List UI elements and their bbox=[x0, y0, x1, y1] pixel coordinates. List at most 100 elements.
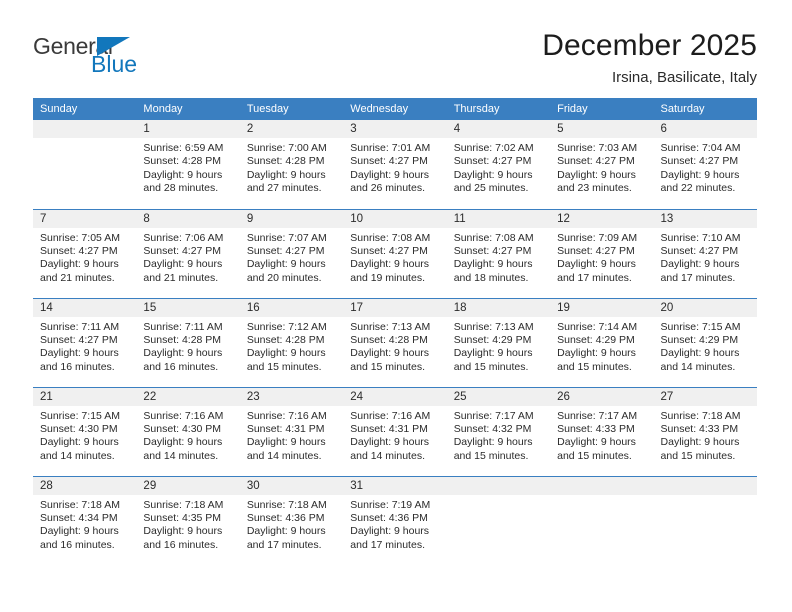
daylight-text-line2: and 23 minutes. bbox=[557, 182, 632, 195]
weekday-header-thursday: Thursday bbox=[446, 98, 551, 120]
sunset-text: Sunset: 4:36 PM bbox=[350, 511, 428, 524]
sunrise-text: Sunrise: 7:18 AM bbox=[660, 409, 741, 422]
day-cell-empty bbox=[33, 120, 137, 209]
sunset-text: Sunset: 4:27 PM bbox=[350, 244, 428, 257]
day-number: 29 bbox=[136, 476, 240, 495]
day-number: 25 bbox=[446, 387, 551, 406]
sunrise-text: Sunrise: 7:15 AM bbox=[40, 409, 120, 422]
daylight-text-line2: and 17 minutes. bbox=[557, 271, 632, 284]
day-info: Sunrise: 7:17 AM Sunset: 4:32 PM Dayligh… bbox=[447, 406, 550, 464]
day-cell[interactable]: 6 Sunrise: 7:04 AM Sunset: 4:27 PM Dayli… bbox=[653, 120, 757, 209]
day-number: 27 bbox=[653, 387, 757, 406]
day-cell[interactable]: 12 Sunrise: 7:09 AM Sunset: 4:27 PM Dayl… bbox=[550, 208, 654, 298]
sunset-text: Sunset: 4:32 PM bbox=[453, 422, 532, 435]
general-blue-logo[interactable]: General Blue bbox=[33, 27, 203, 79]
day-cell[interactable]: 30 Sunrise: 7:18 AM Sunset: 4:36 PM Dayl… bbox=[239, 475, 344, 565]
day-number: 13 bbox=[653, 209, 757, 228]
daylight-text-line2: and 17 minutes. bbox=[246, 538, 322, 551]
day-info: Sunrise: 7:01 AM Sunset: 4:27 PM Dayligh… bbox=[343, 138, 446, 196]
day-cell[interactable]: 11 Sunrise: 7:08 AM Sunset: 4:27 PM Dayl… bbox=[446, 208, 551, 298]
day-cell[interactable]: 19 Sunrise: 7:14 AM Sunset: 4:29 PM Dayl… bbox=[550, 297, 654, 387]
sunrise-text: Sunrise: 7:18 AM bbox=[40, 498, 120, 511]
day-info: Sunrise: 7:06 AM Sunset: 4:27 PM Dayligh… bbox=[136, 228, 239, 286]
sunset-text: Sunset: 4:27 PM bbox=[660, 155, 739, 168]
day-cell[interactable]: 29 Sunrise: 7:18 AM Sunset: 4:35 PM Dayl… bbox=[136, 475, 240, 565]
daylight-text-line1: Daylight: 9 hours bbox=[350, 347, 430, 360]
daylight-text-line1: Daylight: 9 hours bbox=[246, 436, 326, 449]
day-cell[interactable]: 9 Sunrise: 7:07 AM Sunset: 4:27 PM Dayli… bbox=[239, 208, 344, 298]
day-cell[interactable]: 21 Sunrise: 7:15 AM Sunset: 4:30 PM Dayl… bbox=[33, 386, 137, 476]
day-number: 3 bbox=[343, 120, 447, 138]
day-cell[interactable]: 3 Sunrise: 7:01 AM Sunset: 4:27 PM Dayli… bbox=[343, 120, 447, 209]
day-number: 8 bbox=[136, 209, 240, 228]
daylight-text-line2: and 15 minutes. bbox=[557, 360, 632, 373]
day-cell[interactable]: 23 Sunrise: 7:16 AM Sunset: 4:31 PM Dayl… bbox=[239, 386, 344, 476]
daylight-text-line2: and 27 minutes. bbox=[246, 182, 322, 195]
daylight-text-line1: Daylight: 9 hours bbox=[660, 168, 740, 181]
daylight-text-line1: Daylight: 9 hours bbox=[40, 525, 119, 538]
day-cell[interactable]: 7 Sunrise: 7:05 AM Sunset: 4:27 PM Dayli… bbox=[33, 208, 137, 298]
sunrise-text: Sunrise: 7:14 AM bbox=[557, 320, 638, 333]
sunrise-text: Sunrise: 7:12 AM bbox=[246, 320, 327, 333]
day-cell[interactable]: 18 Sunrise: 7:13 AM Sunset: 4:29 PM Dayl… bbox=[446, 297, 551, 387]
sunset-text: Sunset: 4:29 PM bbox=[660, 333, 739, 346]
day-cell[interactable]: 20 Sunrise: 7:15 AM Sunset: 4:29 PM Dayl… bbox=[653, 297, 757, 387]
day-cell[interactable]: 2 Sunrise: 7:00 AM Sunset: 4:28 PM Dayli… bbox=[239, 120, 344, 209]
day-cell[interactable]: 24 Sunrise: 7:16 AM Sunset: 4:31 PM Dayl… bbox=[343, 386, 447, 476]
day-info: Sunrise: 7:15 AM Sunset: 4:29 PM Dayligh… bbox=[654, 317, 757, 375]
day-cell[interactable]: 13 Sunrise: 7:10 AM Sunset: 4:27 PM Dayl… bbox=[653, 208, 757, 298]
day-cell[interactable]: 17 Sunrise: 7:13 AM Sunset: 4:28 PM Dayl… bbox=[343, 297, 447, 387]
sunset-text: Sunset: 4:33 PM bbox=[557, 422, 635, 435]
sunset-text: Sunset: 4:27 PM bbox=[660, 244, 739, 257]
daylight-text-line1: Daylight: 9 hours bbox=[557, 168, 636, 181]
day-number: 5 bbox=[550, 120, 654, 138]
day-cell[interactable]: 8 Sunrise: 7:06 AM Sunset: 4:27 PM Dayli… bbox=[136, 208, 240, 298]
day-info: Sunrise: 7:02 AM Sunset: 4:27 PM Dayligh… bbox=[447, 138, 550, 196]
day-cell[interactable]: 15 Sunrise: 7:11 AM Sunset: 4:28 PM Dayl… bbox=[136, 297, 240, 387]
daylight-text-line1: Daylight: 9 hours bbox=[350, 525, 430, 538]
daylight-text-line1: Daylight: 9 hours bbox=[143, 436, 223, 449]
daylight-text-line2: and 28 minutes. bbox=[143, 182, 219, 195]
day-cell[interactable]: 27 Sunrise: 7:18 AM Sunset: 4:33 PM Dayl… bbox=[653, 386, 757, 476]
day-number: 2 bbox=[239, 120, 344, 138]
page-header: General Blue December 2025 Irsina, Basil… bbox=[0, 0, 792, 98]
day-cell[interactable]: 22 Sunrise: 7:16 AM Sunset: 4:30 PM Dayl… bbox=[136, 386, 240, 476]
day-info: Sunrise: 7:16 AM Sunset: 4:30 PM Dayligh… bbox=[136, 406, 239, 464]
day-cell[interactable]: 4 Sunrise: 7:02 AM Sunset: 4:27 PM Dayli… bbox=[446, 120, 551, 209]
day-cell[interactable]: 31 Sunrise: 7:19 AM Sunset: 4:36 PM Dayl… bbox=[343, 475, 447, 565]
day-cell[interactable]: 16 Sunrise: 7:12 AM Sunset: 4:28 PM Dayl… bbox=[239, 297, 344, 387]
day-info: Sunrise: 7:08 AM Sunset: 4:27 PM Dayligh… bbox=[447, 228, 550, 286]
sunrise-text: Sunrise: 7:03 AM bbox=[557, 142, 638, 154]
day-cell[interactable]: 5 Sunrise: 7:03 AM Sunset: 4:27 PM Dayli… bbox=[550, 120, 654, 209]
day-number: 4 bbox=[446, 120, 551, 138]
calendar-header-row: Sunday Monday Tuesday Wednesday Thursday… bbox=[33, 98, 757, 120]
day-cell[interactable]: 26 Sunrise: 7:17 AM Sunset: 4:33 PM Dayl… bbox=[550, 386, 654, 476]
day-cell[interactable]: 25 Sunrise: 7:17 AM Sunset: 4:32 PM Dayl… bbox=[446, 386, 551, 476]
day-number: 31 bbox=[343, 476, 447, 495]
day-number: 23 bbox=[239, 387, 344, 406]
sunrise-text: Sunrise: 7:08 AM bbox=[350, 231, 431, 244]
day-cell[interactable]: 10 Sunrise: 7:08 AM Sunset: 4:27 PM Dayl… bbox=[343, 208, 447, 298]
day-info: Sunrise: 7:12 AM Sunset: 4:28 PM Dayligh… bbox=[240, 317, 343, 375]
day-info: Sunrise: 7:15 AM Sunset: 4:30 PM Dayligh… bbox=[33, 406, 136, 464]
sunset-text: Sunset: 4:27 PM bbox=[557, 244, 635, 257]
sunrise-text: Sunrise: 7:11 AM bbox=[143, 320, 223, 333]
daylight-text-line1: Daylight: 9 hours bbox=[40, 436, 119, 449]
day-number: 30 bbox=[239, 476, 344, 495]
sunset-text: Sunset: 4:35 PM bbox=[143, 511, 222, 524]
sunset-text: Sunset: 4:28 PM bbox=[143, 155, 222, 168]
sunset-text: Sunset: 4:28 PM bbox=[350, 333, 428, 346]
daylight-text-line1: Daylight: 9 hours bbox=[453, 258, 533, 271]
day-number: 24 bbox=[343, 387, 447, 406]
daylight-text-line2: and 15 minutes. bbox=[350, 360, 425, 373]
daynum-band-empty bbox=[446, 476, 551, 495]
day-info: Sunrise: 7:14 AM Sunset: 4:29 PM Dayligh… bbox=[550, 317, 653, 375]
day-cell[interactable]: 28 Sunrise: 7:18 AM Sunset: 4:34 PM Dayl… bbox=[33, 475, 137, 565]
sunrise-text: Sunrise: 7:00 AM bbox=[246, 142, 327, 154]
day-number: 11 bbox=[446, 209, 551, 228]
page-title: December 2025 bbox=[542, 29, 757, 62]
day-cell[interactable]: 1 Sunrise: 6:59 AM Sunset: 4:28 PM Dayli… bbox=[136, 120, 240, 209]
day-cell-empty bbox=[446, 475, 551, 565]
sunrise-text: Sunrise: 7:07 AM bbox=[246, 231, 327, 244]
day-cell[interactable]: 14 Sunrise: 7:11 AM Sunset: 4:27 PM Dayl… bbox=[33, 297, 137, 387]
